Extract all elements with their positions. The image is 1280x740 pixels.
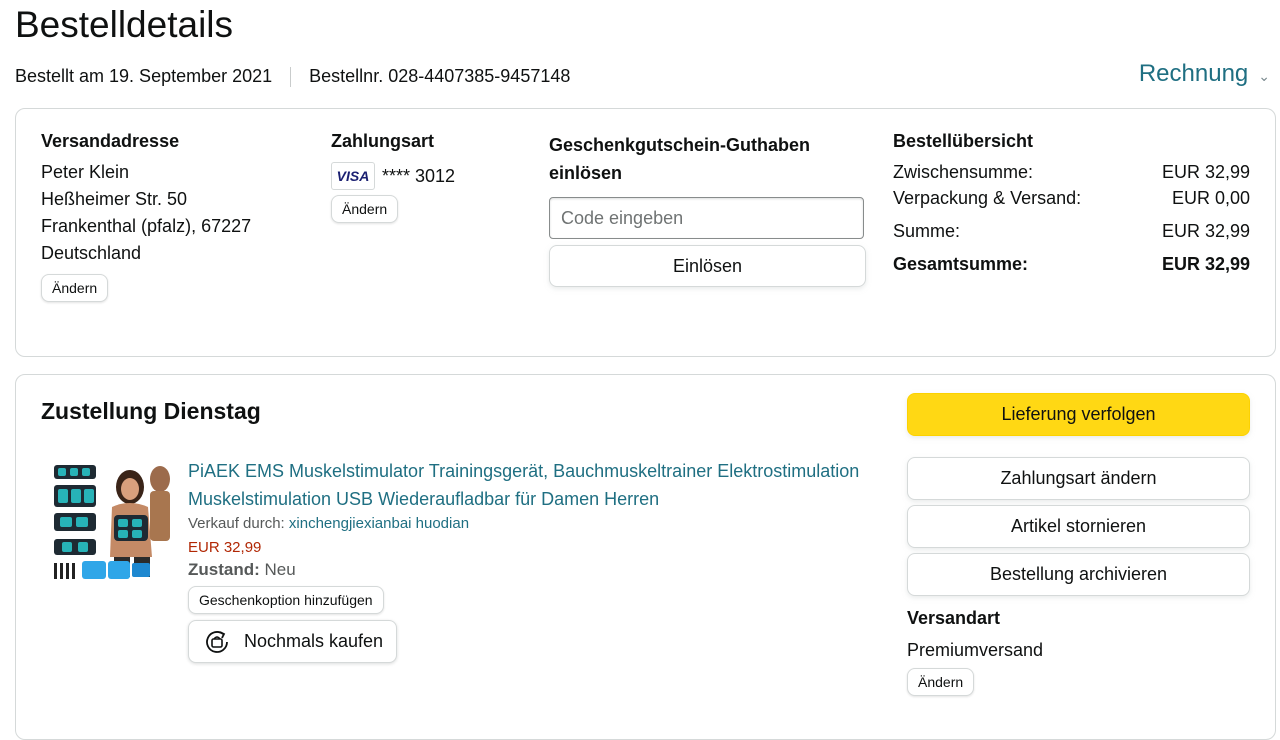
buy-again-button[interactable]: Nochmals kaufen <box>188 620 398 663</box>
shipping-address-section: Versandadresse Peter Klein Heßheimer Str… <box>41 131 251 302</box>
buy-again-label: Nochmals kaufen <box>244 631 384 651</box>
chevron-down-icon: ⌄ <box>1258 67 1270 84</box>
shipping-method-value: Premiumversand <box>907 640 1044 660</box>
summary-label: Zwischensumme: <box>893 162 1034 182</box>
address-name: Peter Klein <box>41 162 130 182</box>
summary-label: Summe: <box>893 221 961 241</box>
gift-code-input[interactable] <box>549 197 864 239</box>
change-address-button[interactable]: Ändern <box>41 274 109 302</box>
shipment-card: Zustellung Dienstag PiAEK EMS Muskelstim… <box>15 374 1276 740</box>
summary-value: EUR 32,99 <box>1161 254 1250 274</box>
product-title-link[interactable]: PiAEK EMS Muskelstimulator Trainingsgerä… <box>188 457 888 513</box>
summary-label: Gesamtsumme: <box>893 254 1029 274</box>
invoice-label: Rechnung <box>1138 60 1249 87</box>
summary-row-total: Summe: EUR 32,99 <box>893 221 1250 242</box>
summary-label: Verpackung & Versand: <box>893 188 1082 208</box>
shipping-method-title: Versandart <box>907 608 1001 628</box>
delivery-title: Zustellung Dienstag <box>41 398 261 424</box>
address-country: Deutschland <box>41 243 142 263</box>
change-shipping-method-button[interactable]: Ändern <box>907 668 975 696</box>
order-summary-title: Bestellübersicht <box>893 131 1034 151</box>
payment-section: Zahlungsart VISA **** 3012 Ändern <box>331 131 455 223</box>
visa-icon: VISA <box>331 162 375 190</box>
order-summary-section: Bestellübersicht Zwischensumme: EUR 32,9… <box>893 131 1250 275</box>
summary-value: EUR 32,99 <box>1161 221 1250 241</box>
invoice-dropdown[interactable]: Rechnung ⌄ <box>1139 60 1270 88</box>
order-date: Bestellt am 19. September 2021 <box>15 66 273 86</box>
product-price: EUR 32,99 <box>188 539 262 556</box>
product-image[interactable] <box>52 459 172 583</box>
redeem-button[interactable]: Einlösen <box>549 245 866 287</box>
buy-again-icon <box>206 630 228 653</box>
archive-order-button[interactable]: Bestellung archivieren <box>907 553 1250 596</box>
summary-row-subtotal: Zwischensumme: EUR 32,99 <box>893 162 1250 183</box>
payment-title: Zahlungsart <box>331 131 435 151</box>
condition-label: Zustand: <box>188 560 260 579</box>
gift-card-title: Geschenkgutschein-Guthaben einlösen <box>549 135 811 183</box>
summary-row-shipping: Verpackung & Versand: EUR 0,00 <box>893 188 1250 209</box>
order-info-card: Versandadresse Peter Klein Heßheimer Str… <box>15 108 1276 357</box>
card-number: **** 3012 <box>382 165 456 186</box>
cancel-item-button[interactable]: Artikel stornieren <box>907 505 1250 548</box>
address-street: Heßheimer Str. 50 <box>41 189 188 209</box>
order-number: Bestellnr. 028-4407385-9457148 <box>309 66 571 86</box>
order-meta: Bestellt am 19. September 2021 Bestellnr… <box>15 66 570 87</box>
summary-row-grand-total: Gesamtsumme: EUR 32,99 <box>893 254 1250 275</box>
seller-link[interactable]: xinchengjiexianbai huodian <box>289 515 469 532</box>
change-payment-button[interactable]: Ändern <box>331 195 399 223</box>
product-info: PiAEK EMS Muskelstimulator Trainingsgerä… <box>188 457 888 663</box>
gift-card-section: Geschenkgutschein-Guthaben einlösen Einl… <box>549 131 867 287</box>
shipping-address-title: Versandadresse <box>41 131 180 151</box>
order-actions: Lieferung verfolgen Zahlungsart ändern A… <box>907 393 1250 696</box>
seller-prefix: Verkauf durch: <box>188 515 285 532</box>
summary-value: EUR 32,99 <box>1161 162 1250 182</box>
track-package-button[interactable]: Lieferung verfolgen <box>907 393 1250 436</box>
meta-divider <box>290 66 292 87</box>
page-title: Bestelldetails <box>15 4 234 45</box>
address-city: Frankenthal (pfalz), 67227 <box>41 216 252 236</box>
change-payment-method-button[interactable]: Zahlungsart ändern <box>907 457 1250 500</box>
product-condition: Zustand: Neu <box>188 560 888 580</box>
seller-line: Verkauf durch: xinchengjiexianbai huodia… <box>188 515 888 532</box>
summary-value: EUR 0,00 <box>1171 188 1250 208</box>
add-gift-option-button[interactable]: Geschenkoption hinzufügen <box>188 586 384 614</box>
condition-value: Neu <box>264 560 296 579</box>
